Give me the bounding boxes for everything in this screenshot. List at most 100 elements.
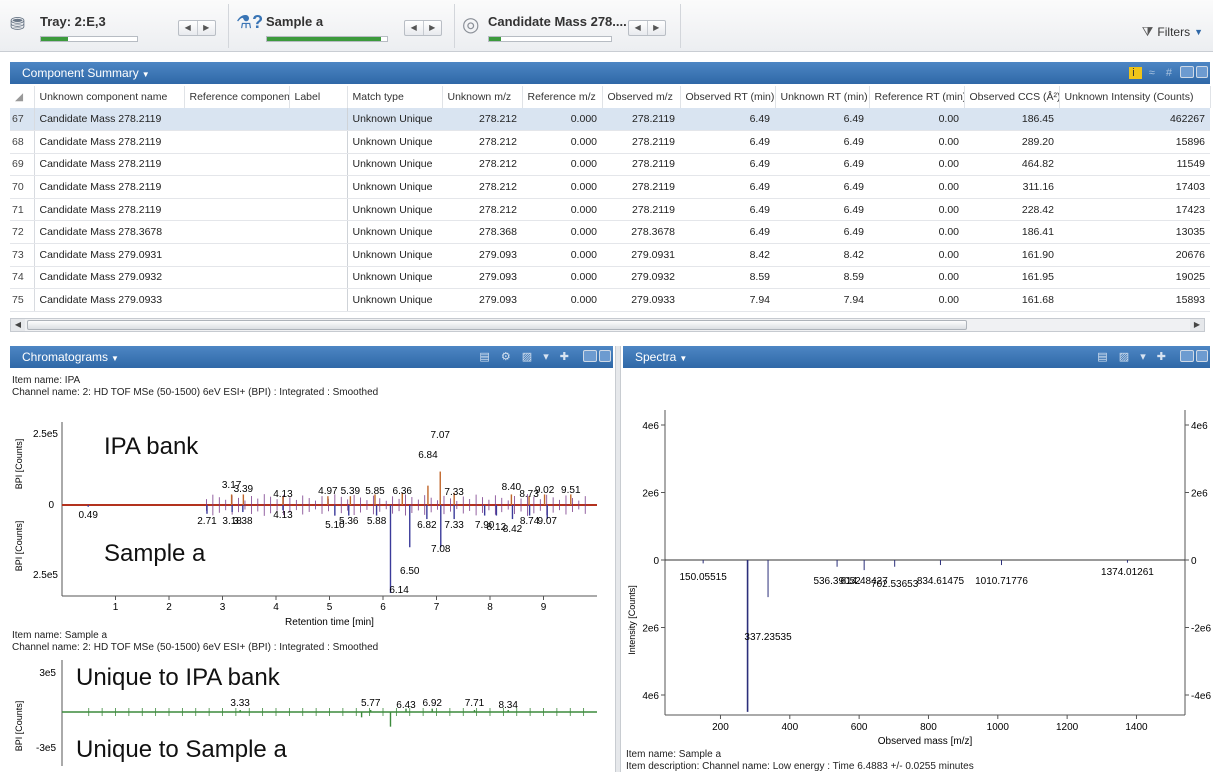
candidate-progress-bar: [488, 36, 612, 42]
column-header[interactable]: Reference m/z: [522, 86, 603, 108]
x-tick-label: 5: [327, 602, 333, 613]
table-horizontal-scrollbar[interactable]: ◀ ▶: [10, 318, 1205, 332]
table-cell: [289, 266, 348, 290]
candidate-prev-button[interactable]: ◀: [629, 21, 648, 35]
table-cell: [289, 153, 348, 177]
column-header[interactable]: Unknown Intensity (Counts): [1059, 86, 1211, 108]
panel-splitter[interactable]: [615, 346, 621, 772]
table-cell: 8.59: [775, 266, 869, 290]
column-header[interactable]: Label: [289, 86, 348, 108]
minimize-icon[interactable]: [1180, 66, 1194, 78]
sample-prev-button[interactable]: ◀: [405, 21, 424, 35]
chevron-down-icon: ▼: [111, 354, 119, 363]
grid-icon[interactable]: #: [1166, 67, 1176, 79]
table-cell: 6.49: [775, 130, 869, 154]
chromatograms-header[interactable]: Chromatograms ▼ ▤ ⚙ ▨ ▾ ✚: [10, 346, 613, 368]
table-row[interactable]: 70 Candidate Mass 278.2119 Unknown Unique 2…: [10, 175, 1210, 199]
peak-label: 6.92: [422, 698, 442, 709]
y-tick-label: 4e6: [642, 691, 659, 702]
column-header[interactable]: Observed m/z: [602, 86, 681, 108]
filter-icon[interactable]: ≈: [1149, 67, 1159, 79]
row-number: 74: [10, 266, 35, 290]
sample-navigator: ⚗? Sample a ◀ ▶: [234, 8, 454, 44]
table-cell: 0.00: [869, 130, 964, 154]
table-row[interactable]: 72 Candidate Mass 278.3678 Unknown Unique 2…: [10, 220, 1210, 245]
tray-next-button[interactable]: ▶: [198, 21, 216, 35]
column-header[interactable]: Match type: [347, 86, 443, 108]
x-tick-label: 9: [541, 602, 547, 613]
row-number: 75: [10, 288, 35, 312]
table-cell: Candidate Mass 279.0931: [34, 243, 184, 267]
corner-cell: ◢: [10, 86, 35, 108]
minimize-icon[interactable]: [1180, 350, 1194, 362]
minimize-icon[interactable]: [583, 350, 597, 362]
column-header[interactable]: Observed CCS (Å²): [964, 86, 1060, 108]
table-cell: 6.49: [680, 198, 775, 222]
table-cell: Candidate Mass 279.0933: [34, 288, 184, 312]
maximize-icon[interactable]: [1196, 66, 1208, 78]
spectra-title: Spectra: [635, 350, 677, 364]
table-cell: Unknown Unique: [347, 288, 442, 312]
table-cell: 161.90: [964, 243, 1059, 267]
table-cell: 0.00: [869, 288, 964, 312]
column-header[interactable]: Unknown m/z: [442, 86, 523, 108]
chevron-down-icon: ▼: [141, 70, 150, 79]
table-cell: 278.212: [442, 130, 522, 154]
component-summary-header[interactable]: Component Summary ▼ i ≈ #: [10, 62, 1210, 84]
table-row[interactable]: 69 Candidate Mass 278.2119 Unknown Unique 2…: [10, 153, 1210, 177]
table-cell: 6.49: [775, 220, 869, 245]
scroll-left-icon[interactable]: ◀: [11, 319, 25, 331]
filters-button[interactable]: ⧩ Filters ▼: [1142, 24, 1203, 40]
table-cell: Unknown Unique: [347, 153, 442, 177]
table-row[interactable]: 73 Candidate Mass 279.0931 Unknown Unique 2…: [10, 243, 1210, 267]
column-header[interactable]: Reference component...: [184, 86, 290, 108]
info-icon[interactable]: i: [1129, 67, 1142, 79]
table-cell: 278.212: [442, 198, 522, 222]
chromatogram-toolbar-icons[interactable]: ▤ ⚙ ▨ ▾ ✚: [479, 346, 573, 368]
table-cell: 0.000: [522, 266, 602, 290]
table-row[interactable]: 75 Candidate Mass 279.0933 Unknown Unique 2…: [10, 288, 1210, 312]
column-header[interactable]: Reference RT (min): [869, 86, 965, 108]
spectra-toolbar-icons[interactable]: ▤ ▨ ▾ ✚: [1097, 346, 1170, 368]
table-cell: 278.2119: [602, 175, 680, 199]
x-tick-label: 1000: [987, 722, 1010, 733]
table-row[interactable]: 67 Candidate Mass 278.2119 Unknown Unique 2…: [10, 108, 1210, 132]
y-tick-label: 3e5: [39, 668, 56, 679]
table-cell: 279.093: [442, 266, 522, 290]
table-cell: 186.45: [964, 108, 1059, 132]
spectrum-plot: 4e6 4e6 2e6 2e6 0 0 2e6 -2e6 4e6 -4e6 Intensity [C…: [627, 410, 1211, 747]
panel-toolbar-icons[interactable]: i ≈ #: [1129, 62, 1176, 84]
y-tick-label: -4e6: [1191, 691, 1211, 702]
table-cell: 15896: [1059, 130, 1210, 154]
table-cell: [289, 220, 348, 245]
peak-label: 8.34: [498, 700, 518, 711]
table-row[interactable]: 74 Candidate Mass 279.0932 Unknown Unique 2…: [10, 266, 1210, 290]
maximize-icon[interactable]: [599, 350, 611, 362]
column-header[interactable]: Unknown component name: [34, 86, 185, 108]
table-cell: Candidate Mass 278.2119: [34, 130, 184, 154]
table-cell: Candidate Mass 278.2119: [34, 153, 184, 177]
funnel-icon: ⧩: [1141, 24, 1154, 39]
table-row[interactable]: 71 Candidate Mass 278.2119 Unknown Unique 2…: [10, 198, 1210, 222]
chevron-down-icon: ▼: [679, 354, 688, 363]
scroll-right-icon[interactable]: ▶: [1190, 319, 1204, 331]
spectra-header[interactable]: Spectra ▼ ▤ ▨ ▾ ✚: [623, 346, 1210, 368]
table-cell: 462267: [1059, 108, 1210, 132]
table-row[interactable]: 68 Candidate Mass 278.2119 Unknown Unique 2…: [10, 130, 1210, 154]
table-cell: [184, 198, 289, 222]
table-cell: Candidate Mass 278.2119: [34, 198, 184, 222]
column-header[interactable]: Unknown RT (min): [775, 86, 870, 108]
candidate-navigator: ◎ Candidate Mass 278.... ◀ ▶: [460, 8, 680, 44]
table-cell: 0.00: [869, 108, 964, 132]
peak-label: 150.05515: [680, 572, 728, 583]
table-cell: 0.000: [522, 220, 602, 245]
maximize-icon[interactable]: [1196, 350, 1208, 362]
scroll-thumb[interactable]: [27, 320, 967, 330]
column-header[interactable]: Observed RT (min): [680, 86, 776, 108]
tray-prev-button[interactable]: ◀: [179, 21, 198, 35]
row-number: 69: [10, 153, 35, 177]
candidate-next-button[interactable]: ▶: [648, 21, 666, 35]
table-cell: 279.093: [442, 243, 522, 267]
table-cell: 6.49: [775, 198, 869, 222]
sample-next-button[interactable]: ▶: [424, 21, 442, 35]
